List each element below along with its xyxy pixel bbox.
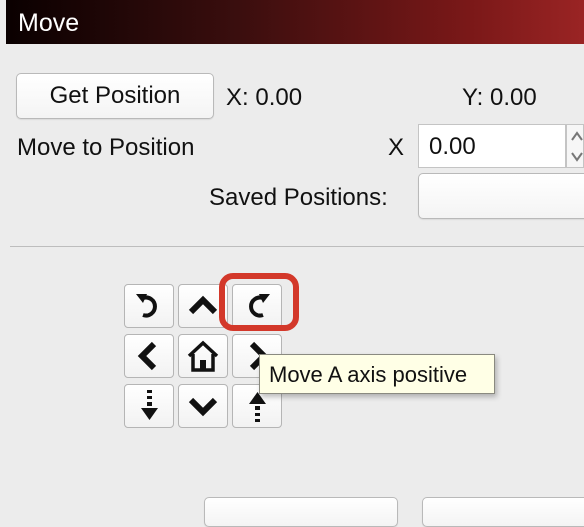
x-position-readout: X: 0.00 xyxy=(226,84,303,111)
move-x-input[interactable]: 0.00 xyxy=(418,124,566,168)
rotate-ccw-icon xyxy=(136,294,157,318)
y-position-readout: Y: 0.00 xyxy=(462,84,537,111)
section-divider xyxy=(10,246,584,247)
rotate-a-negative-button[interactable] xyxy=(124,284,174,328)
move-to-position-label: Move to Position xyxy=(17,134,195,161)
move-x-stepper[interactable] xyxy=(566,124,584,168)
stepper-arrows-icon xyxy=(571,131,583,162)
get-position-button[interactable]: Get Position xyxy=(16,73,214,119)
home-icon xyxy=(187,340,219,372)
window-title: Move xyxy=(18,9,80,37)
saved-positions-dropdown[interactable] xyxy=(418,173,584,219)
move-x-label: X xyxy=(388,134,405,161)
move-y-negative-button[interactable] xyxy=(178,384,228,428)
move-z-negative-button[interactable] xyxy=(124,384,174,428)
window-titlebar: Move xyxy=(6,0,584,44)
chevron-left-icon xyxy=(137,341,157,371)
z-down-icon xyxy=(141,390,158,420)
focus-highlight-ring xyxy=(219,273,299,331)
chevron-down-icon xyxy=(188,397,218,417)
saved-positions-label: Saved Positions: xyxy=(209,184,388,211)
tooltip: Move A axis positive xyxy=(259,354,495,394)
home-button[interactable] xyxy=(178,334,228,378)
bottom-left-button[interactable] xyxy=(204,497,398,527)
move-x-negative-button[interactable] xyxy=(124,334,174,378)
bottom-right-button[interactable] xyxy=(422,497,584,527)
